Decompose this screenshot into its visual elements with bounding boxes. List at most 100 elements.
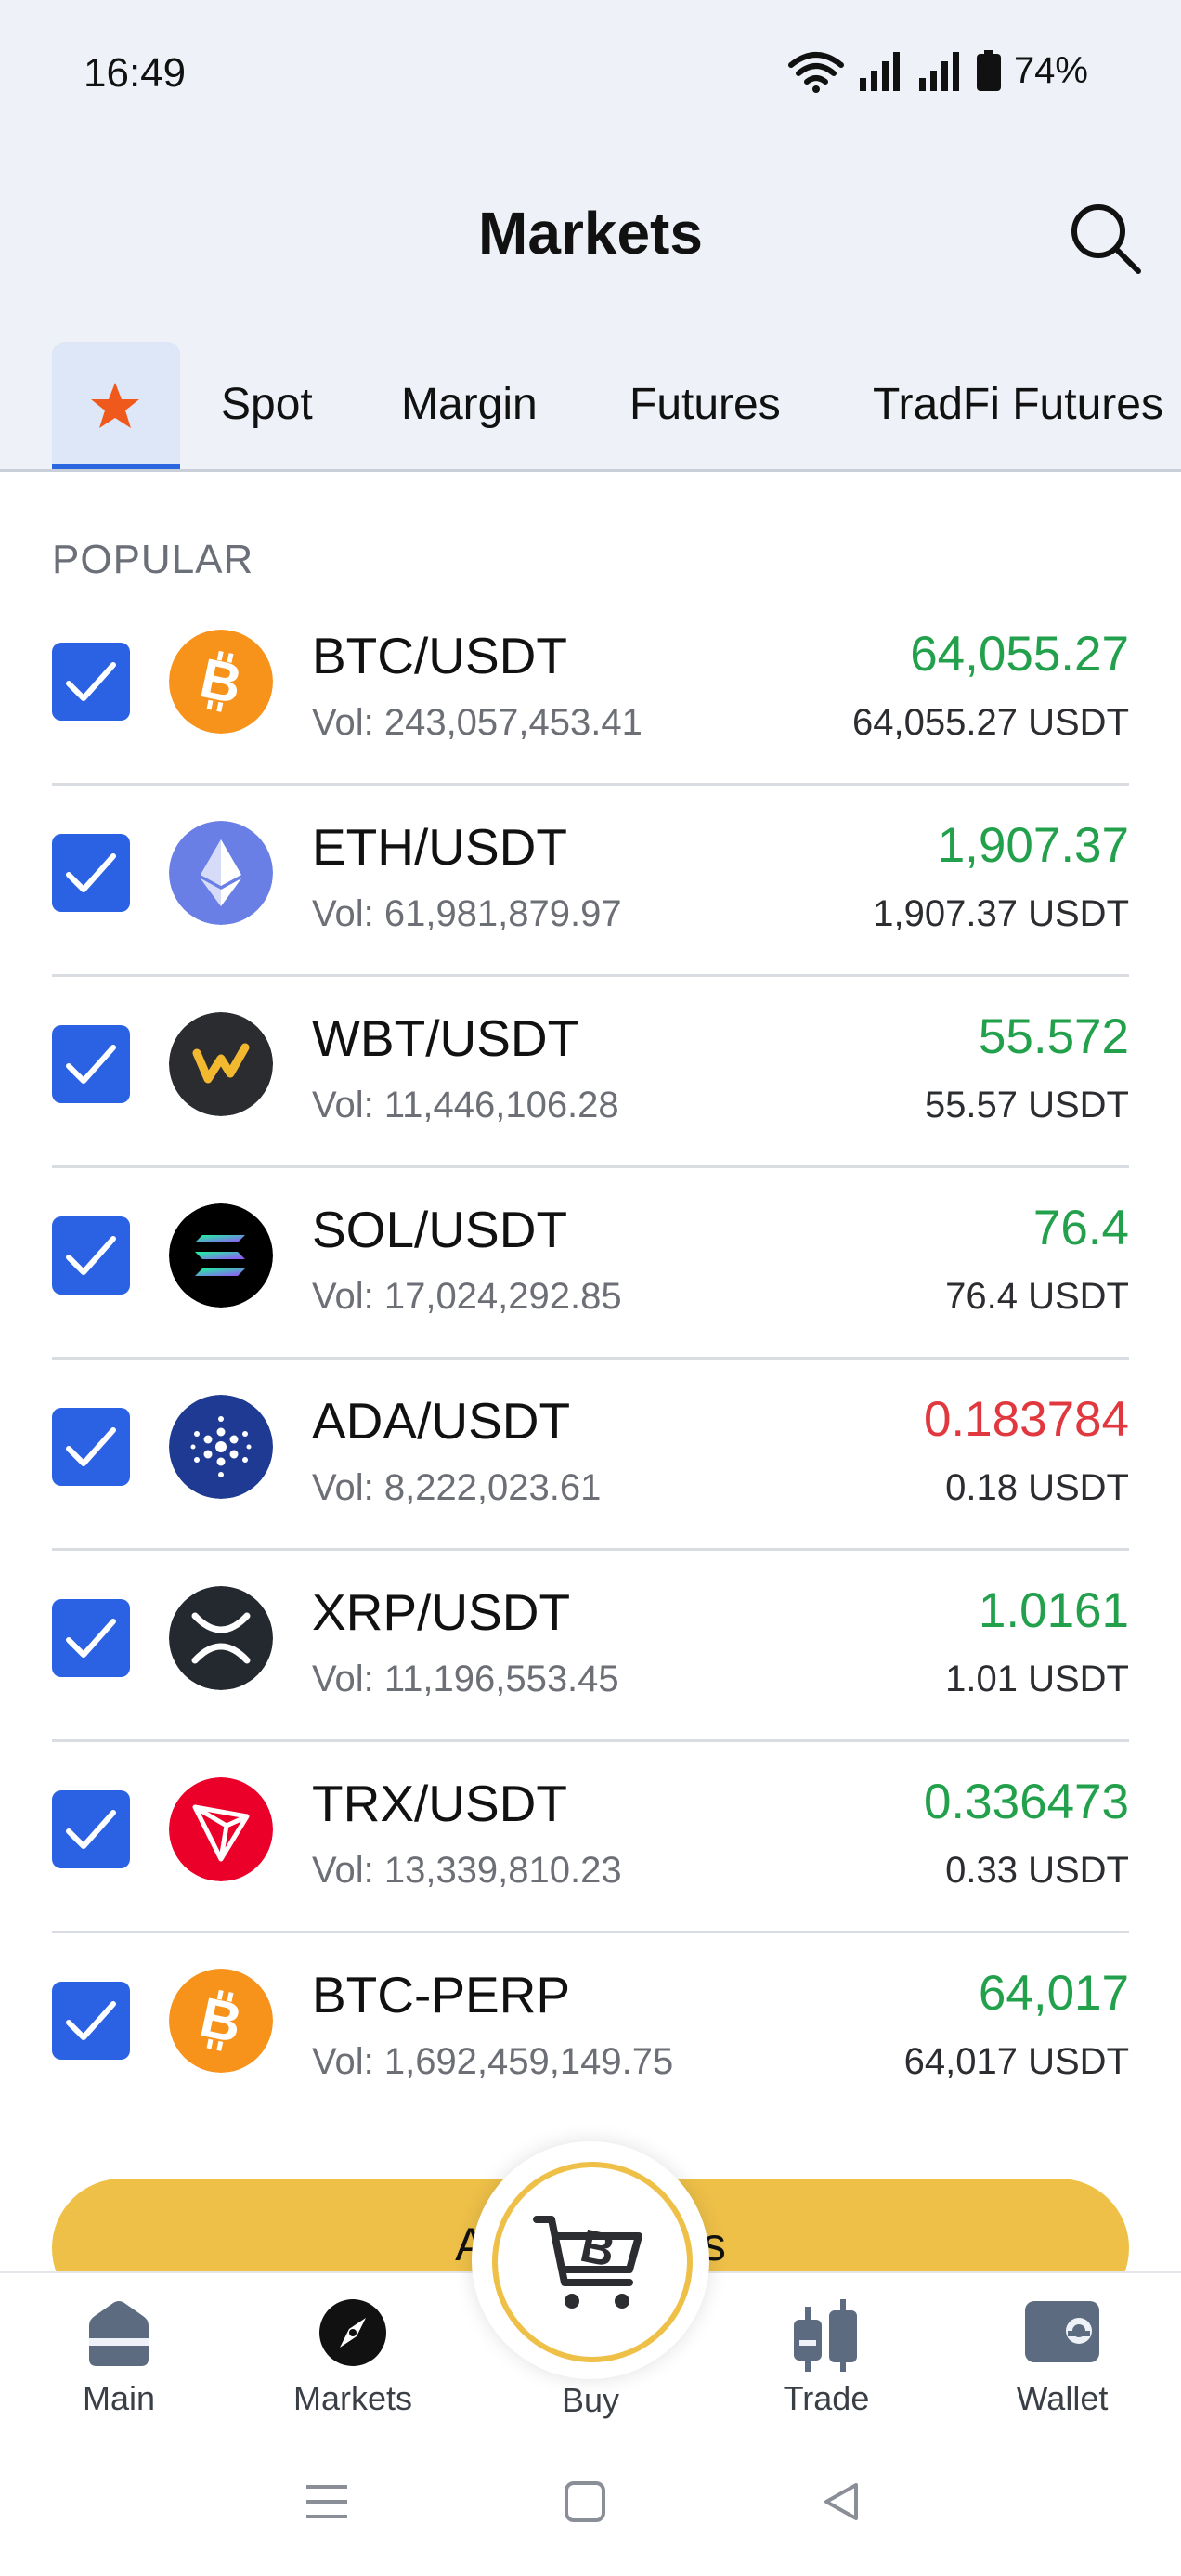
tab-favorites[interactable] bbox=[52, 342, 180, 470]
market-row[interactable]: ADA/USDT Vol: 8,222,023.61 0.183784 0.18… bbox=[0, 1360, 1181, 1551]
volume: Vol: 243,057,453.41 bbox=[312, 702, 642, 743]
row-checkbox[interactable] bbox=[52, 1216, 130, 1295]
pair-name: BTC-PERP bbox=[312, 1966, 571, 2023]
buy-button[interactable]: B bbox=[472, 2141, 709, 2379]
system-nav bbox=[0, 2452, 1181, 2554]
pair-name: BTC/USDT bbox=[312, 627, 567, 684]
nav-markets[interactable]: Markets bbox=[260, 2273, 446, 2459]
pair-name: SOL/USDT bbox=[312, 1201, 568, 1258]
pair-name: WBT/USDT bbox=[312, 1009, 579, 1067]
page-title: Markets bbox=[478, 200, 703, 267]
volume: Vol: 1,692,459,149.75 bbox=[312, 2041, 674, 2082]
row-checkbox[interactable] bbox=[52, 1790, 130, 1868]
market-row[interactable]: TRX/USDT Vol: 13,339,810.23 0.336473 0.3… bbox=[0, 1742, 1181, 1933]
status-icons: 74% bbox=[787, 48, 1088, 93]
volume: Vol: 13,339,810.23 bbox=[312, 1850, 622, 1891]
compass-icon bbox=[319, 2299, 386, 2366]
price: 55.572 bbox=[978, 1009, 1129, 1064]
row-checkbox[interactable] bbox=[52, 1599, 130, 1677]
volume: Vol: 11,196,553.45 bbox=[312, 1659, 619, 1699]
pair-name: TRX/USDT bbox=[312, 1775, 567, 1832]
market-row[interactable]: XRP/USDT Vol: 11,196,553.45 1.0161 1.01 … bbox=[0, 1551, 1181, 1742]
battery-percent: 74% bbox=[1013, 49, 1088, 91]
tab-spot[interactable]: Spot bbox=[221, 379, 313, 430]
bitcoin-icon: B bbox=[169, 630, 273, 734]
search-icon bbox=[1071, 204, 1141, 274]
battery-icon bbox=[976, 50, 1001, 91]
wifi-icon bbox=[787, 52, 844, 93]
price: 64,017 bbox=[978, 1966, 1129, 2021]
back-icon[interactable] bbox=[819, 2479, 863, 2524]
market-row[interactable]: WBT/USDT Vol: 11,446,106.28 55.572 55.57… bbox=[0, 977, 1181, 1168]
price: 1,907.37 bbox=[937, 818, 1129, 873]
price: 0.183784 bbox=[923, 1392, 1129, 1447]
pair-name: XRP/USDT bbox=[312, 1583, 571, 1641]
nav-markets-label: Markets bbox=[292, 2379, 413, 2417]
xrp-icon bbox=[169, 1586, 273, 1690]
volume: Vol: 8,222,023.61 bbox=[312, 1467, 602, 1508]
wallet-icon bbox=[1025, 2301, 1099, 2362]
usd-value: 64,055.27 USDT bbox=[852, 702, 1129, 743]
tron-icon bbox=[169, 1777, 273, 1881]
row-checkbox[interactable] bbox=[52, 1982, 130, 2060]
checkmark-icon bbox=[66, 853, 116, 892]
row-checkbox[interactable] bbox=[52, 643, 130, 721]
row-checkbox[interactable] bbox=[52, 1025, 130, 1103]
usd-value: 1.01 USDT bbox=[945, 1659, 1129, 1699]
nav-main-label: Main bbox=[82, 2379, 156, 2417]
market-row[interactable]: SOL/USDT Vol: 17,024,292.85 76.4 76.4 US… bbox=[0, 1168, 1181, 1360]
buy-ring: B bbox=[492, 2162, 693, 2362]
status-time: 16:49 bbox=[84, 50, 187, 96]
checkmark-icon bbox=[66, 662, 116, 701]
cart-bitcoin-icon: B bbox=[533, 2216, 642, 2309]
market-row[interactable]: B BTC-PERP Vol: 1,692,459,149.75 64,017 … bbox=[0, 1933, 1181, 2125]
search-button[interactable] bbox=[1066, 199, 1144, 277]
tab-tradfi-futures[interactable]: TradFi Futures bbox=[873, 379, 1163, 430]
checkmark-icon bbox=[66, 1045, 116, 1084]
signal-icon-2 bbox=[918, 52, 959, 91]
volume: Vol: 11,446,106.28 bbox=[312, 1085, 619, 1125]
pair-name: ETH/USDT bbox=[312, 818, 567, 876]
volume: Vol: 61,981,879.97 bbox=[312, 893, 622, 934]
nav-wallet[interactable]: Wallet bbox=[969, 2273, 1155, 2459]
usd-value: 0.18 USDT bbox=[945, 1467, 1129, 1508]
price: 0.336473 bbox=[923, 1775, 1129, 1829]
tab-margin[interactable]: Margin bbox=[401, 379, 538, 430]
tab-futures[interactable]: Futures bbox=[629, 379, 781, 430]
market-tabs: Spot Margin Futures TradFi Futures bbox=[0, 342, 1181, 472]
usd-value: 55.57 USDT bbox=[924, 1085, 1129, 1125]
nav-trade-label: Trade bbox=[783, 2379, 870, 2417]
section-label: POPULAR bbox=[52, 537, 254, 582]
volume: Vol: 17,024,292.85 bbox=[312, 1276, 622, 1317]
market-row[interactable]: ETH/USDT Vol: 61,981,879.97 1,907.37 1,9… bbox=[0, 786, 1181, 977]
candlestick-icon bbox=[794, 2299, 857, 2372]
checkmark-icon bbox=[66, 1619, 116, 1658]
price: 1.0161 bbox=[978, 1583, 1129, 1638]
usd-value: 0.33 USDT bbox=[945, 1850, 1129, 1891]
signal-icon bbox=[859, 52, 900, 91]
checkmark-icon bbox=[66, 1427, 116, 1466]
home-icon bbox=[89, 2301, 149, 2366]
nav-wallet-label: Wallet bbox=[1016, 2379, 1109, 2417]
whitebit-icon bbox=[169, 1012, 273, 1116]
usd-value: 76.4 USDT bbox=[945, 1276, 1129, 1317]
menu-icon[interactable] bbox=[303, 2479, 351, 2524]
nav-buy-label: Buy bbox=[561, 2381, 620, 2419]
nav-main[interactable]: Main bbox=[26, 2273, 212, 2459]
pair-name: ADA/USDT bbox=[312, 1392, 571, 1450]
star-icon bbox=[91, 383, 139, 428]
market-row[interactable]: B BTC/USDT Vol: 243,057,453.41 64,055.27… bbox=[0, 594, 1181, 786]
solana-icon bbox=[169, 1203, 273, 1308]
cardano-icon bbox=[169, 1395, 273, 1499]
price: 76.4 bbox=[1032, 1201, 1129, 1255]
bitcoin-icon: B bbox=[169, 1969, 273, 2073]
row-checkbox[interactable] bbox=[52, 1408, 130, 1486]
status-bar: 16:49 74% bbox=[0, 0, 1181, 149]
nav-trade[interactable]: Trade bbox=[733, 2273, 919, 2459]
home-square-icon[interactable] bbox=[563, 2479, 607, 2524]
checkmark-icon bbox=[66, 2001, 116, 2040]
checkmark-icon bbox=[66, 1810, 116, 1849]
usd-value: 1,907.37 USDT bbox=[873, 893, 1129, 934]
price: 64,055.27 bbox=[910, 627, 1129, 682]
row-checkbox[interactable] bbox=[52, 834, 130, 912]
